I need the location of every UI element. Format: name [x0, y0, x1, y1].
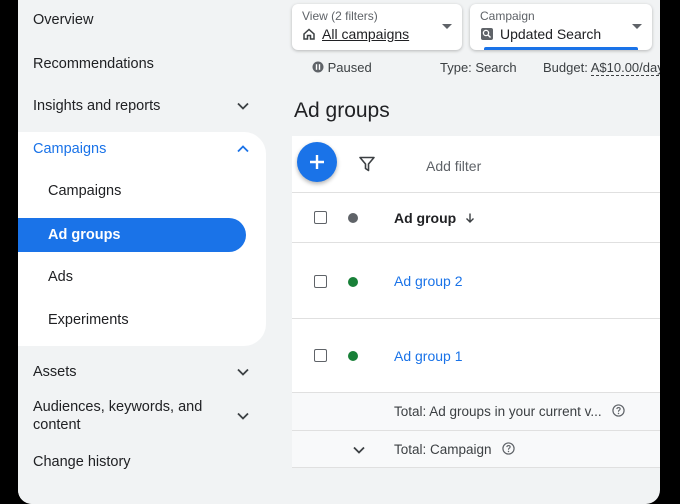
pause-icon — [312, 61, 324, 73]
ad-group-link[interactable]: Ad group 1 — [394, 348, 463, 364]
campaign-select-label: Campaign — [480, 9, 535, 23]
status-text: Paused — [327, 60, 372, 75]
status-paused: Paused — [312, 60, 372, 75]
sidebar-item-label: Change history — [33, 454, 131, 470]
sidebar-item-assets[interactable]: Assets — [18, 360, 266, 384]
sidebar-item-label: Assets — [33, 364, 77, 380]
sidebar-item-audiences[interactable]: Audiences, keywords, and content — [18, 396, 266, 436]
search-campaign-icon — [481, 28, 493, 40]
budget-value[interactable]: A$10.00/day — [590, 60, 660, 76]
total-campaign-text: Total: Campaign — [394, 442, 492, 457]
sidebar-item-label: Campaigns — [48, 183, 122, 199]
add-filter-button[interactable]: Add filter — [426, 158, 481, 174]
sidebar-item-label: Campaigns — [33, 141, 107, 157]
sidebar-nav: Overview Recommendations Insights and re… — [18, 0, 282, 504]
sidebar-subitem-experiments[interactable]: Experiments — [18, 303, 246, 337]
total-row-campaign: Total: Campaign — [292, 430, 660, 468]
chevron-down-icon — [237, 368, 249, 376]
table-header-row: Ad group — [292, 192, 660, 242]
select-all-checkbox[interactable] — [314, 211, 327, 224]
row-checkbox[interactable] — [314, 349, 327, 362]
chevron-up-icon — [237, 145, 249, 153]
campaigns-section: Campaigns Campaigns Ad groups Ads Experi… — [18, 132, 266, 346]
app-frame: Overview Recommendations Insights and re… — [18, 0, 660, 504]
sidebar-subitem-ads[interactable]: Ads — [18, 260, 246, 294]
campaign-select-value: Updated Search — [500, 26, 602, 42]
chevron-down-icon[interactable] — [352, 443, 366, 457]
campaign-select-dropdown[interactable]: Campaign Updated Search — [470, 4, 652, 50]
help-icon[interactable] — [502, 442, 515, 455]
sidebar-item-label: Ads — [48, 269, 73, 285]
ad-groups-table-card: Add filter Ad group Ad group 2 Ad group … — [292, 136, 660, 468]
status-dot-enabled[interactable] — [348, 351, 358, 361]
sidebar-item-insights[interactable]: Insights and reports — [18, 94, 266, 118]
caret-down-icon — [442, 24, 452, 29]
sidebar-subitem-ad-groups[interactable]: Ad groups — [18, 218, 246, 252]
sidebar-item-label: content — [33, 417, 81, 433]
sidebar-item-label: Ad groups — [48, 227, 121, 243]
sidebar-item-recommendations[interactable]: Recommendations — [18, 52, 266, 76]
filter-icon[interactable] — [358, 155, 376, 173]
status-dot-enabled[interactable] — [348, 277, 358, 287]
total-row-current-view: Total: Ad groups in your current v... — [292, 392, 660, 430]
caret-down-icon — [632, 24, 642, 29]
budget-info: Budget: A$10.00/day — [543, 60, 660, 76]
home-icon — [303, 28, 315, 40]
sidebar-item-overview[interactable]: Overview — [18, 8, 266, 32]
plus-icon — [310, 155, 324, 169]
table-row: Ad group 1 — [292, 318, 660, 392]
sidebar-item-label: Insights and reports — [33, 98, 161, 114]
chevron-down-icon — [237, 412, 249, 420]
view-filter-label: View (2 filters) — [302, 9, 378, 23]
main-content: View (2 filters) All campaigns Campaign … — [292, 0, 660, 504]
status-dot-header[interactable] — [348, 213, 358, 223]
campaign-status-row: Paused Type: Search Budget: A$10.00/day — [312, 58, 660, 78]
sidebar-item-change-history[interactable]: Change history — [18, 450, 266, 474]
sidebar-item-label: Overview — [33, 12, 94, 28]
sort-arrow-down-icon — [466, 213, 475, 223]
page-title: Ad groups — [294, 99, 390, 122]
row-checkbox[interactable] — [314, 275, 327, 288]
view-filter-value: All campaigns — [322, 26, 410, 42]
view-filter-dropdown[interactable]: View (2 filters) All campaigns — [292, 4, 462, 50]
sidebar-subitem-campaigns[interactable]: Campaigns — [18, 174, 246, 208]
sidebar-item-label: Recommendations — [33, 56, 154, 72]
sidebar-item-campaigns-section[interactable]: Campaigns — [18, 137, 266, 161]
ad-group-link[interactable]: Ad group 2 — [394, 273, 463, 289]
add-ad-group-button[interactable] — [297, 142, 337, 182]
budget-label: Budget: — [543, 60, 588, 75]
total-current-view-text: Total: Ad groups in your current v... — [394, 404, 602, 419]
column-header-label: Ad group — [394, 210, 457, 226]
campaign-select-underline — [484, 47, 638, 50]
chevron-down-icon — [237, 102, 249, 110]
table-row: Ad group 2 — [292, 242, 660, 318]
campaign-type: Type: Search — [440, 60, 517, 75]
sidebar-item-label: Audiences, keywords, and — [33, 399, 203, 415]
column-header-ad-group[interactable]: Ad group — [394, 210, 476, 226]
sidebar-item-label: Experiments — [48, 312, 129, 328]
help-icon[interactable] — [612, 404, 625, 417]
